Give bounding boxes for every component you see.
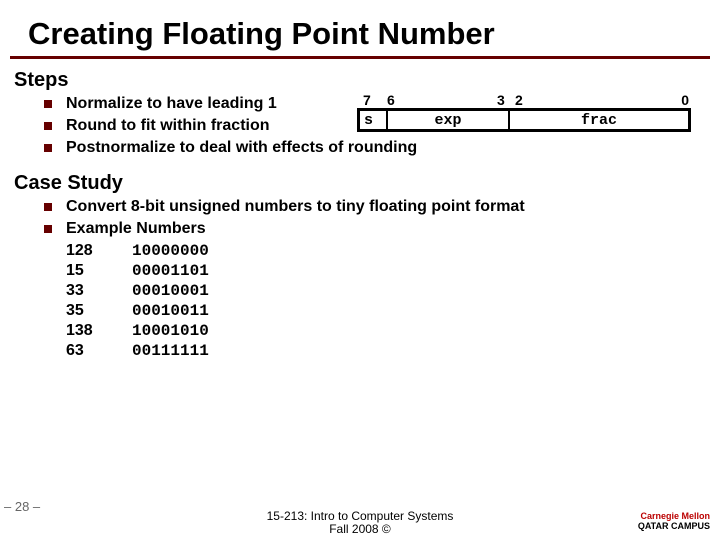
institution-logo: Carnegie Mellon QATAR CAMPUS (638, 512, 710, 532)
table-row: 128 10000000 (66, 241, 209, 261)
field-exponent: exp (388, 111, 510, 129)
bullet-icon (44, 144, 52, 152)
case-intro: Convert 8-bit unsigned numbers to tiny f… (66, 197, 525, 217)
example-bin: 10001010 (132, 321, 209, 341)
example-dec: 128 (66, 241, 132, 261)
bit-label: 0 (681, 92, 689, 108)
example-bin: 00010001 (132, 281, 209, 301)
example-bin: 00111111 (132, 341, 209, 361)
step-text: Round to fit within fraction (66, 116, 270, 136)
bit-label: 3 (497, 92, 505, 108)
bullet-icon (44, 100, 52, 108)
footer-line-2: Fall 2008 © (329, 522, 391, 536)
examples-table: 128 10000000 15 00001101 33 00010001 35 … (66, 241, 209, 361)
example-dec: 138 (66, 321, 132, 341)
example-dec: 15 (66, 261, 132, 281)
format-box: s exp frac (357, 108, 691, 132)
bullet-icon (44, 225, 52, 233)
bit-label: 6 (387, 92, 395, 108)
field-sign: s (360, 111, 388, 129)
field-fraction: frac (510, 111, 688, 129)
example-dec: 35 (66, 301, 132, 321)
footer-course: 15-213: Intro to Computer Systems Fall 2… (0, 510, 720, 536)
footer-line-1: 15-213: Intro to Computer Systems (267, 509, 454, 523)
bit-labels: 7 6 3 2 0 (357, 92, 691, 108)
float-format-diagram: 7 6 3 2 0 s exp frac (357, 92, 691, 132)
bullet-icon (44, 203, 52, 211)
example-dec: 63 (66, 341, 132, 361)
list-item: Convert 8-bit unsigned numbers to tiny f… (44, 197, 720, 217)
table-row: 138 10001010 (66, 321, 209, 341)
table-row: 33 00010001 (66, 281, 209, 301)
list-item: Postnormalize to deal with effects of ro… (44, 138, 720, 158)
bit-label: 2 (515, 92, 523, 108)
example-bin: 00001101 (132, 261, 209, 281)
slide-title: Creating Floating Point Number (0, 0, 720, 54)
table-row: 15 00001101 (66, 261, 209, 281)
table-row: 35 00010011 (66, 301, 209, 321)
title-underline (10, 56, 710, 59)
example-bin: 10000000 (132, 241, 209, 261)
bit-label: 7 (363, 92, 371, 108)
case-heading: Case Study (14, 172, 720, 195)
examples-label: Example Numbers (66, 219, 206, 239)
step-text: Postnormalize to deal with effects of ro… (66, 138, 417, 158)
list-item: Example Numbers (44, 219, 720, 239)
steps-heading: Steps (14, 69, 720, 92)
table-row: 63 00111111 (66, 341, 209, 361)
logo-text-2: QATAR CAMPUS (638, 521, 710, 531)
step-text: Normalize to have leading 1 (66, 94, 277, 114)
example-dec: 33 (66, 281, 132, 301)
example-bin: 00010011 (132, 301, 209, 321)
logo-text-1: Carnegie Mellon (640, 511, 710, 521)
bullet-icon (44, 122, 52, 130)
case-list: Convert 8-bit unsigned numbers to tiny f… (44, 197, 720, 239)
